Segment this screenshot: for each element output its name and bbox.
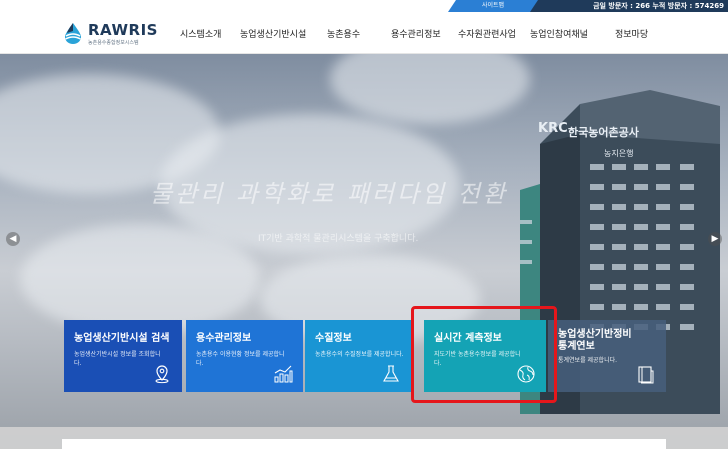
cloud-decoration bbox=[330, 54, 530, 124]
nav-rural-water[interactable]: 농촌용수 bbox=[327, 27, 360, 40]
flask-icon bbox=[383, 365, 399, 382]
card-title: 농업생산기반시설 검색 bbox=[74, 333, 170, 344]
building-sign-sub: 농지은행 bbox=[604, 148, 633, 158]
building-sign-logo: KRC bbox=[538, 121, 568, 136]
bottom-content-panel bbox=[62, 439, 666, 449]
highlight-box bbox=[411, 306, 557, 403]
card-desc: 농촌용수의 수질정보를 제공합니다. bbox=[315, 351, 404, 358]
map-pin-icon bbox=[155, 365, 169, 384]
top-utility-bar: 사이트맵 금일 방문자 : 266 누적 방문자 : 574269 bbox=[0, 0, 728, 12]
card-title: 수질정보 bbox=[315, 333, 352, 344]
chart-growth-icon bbox=[274, 365, 293, 383]
hero-slogan: 물관리 과학화로 패러다임 전환 bbox=[150, 180, 508, 208]
card-facility-search[interactable]: 농업생산기반시설 검색 농업생산기반시설 정보를 조회합니다. bbox=[64, 320, 182, 392]
site-header: RAWRIS 농촌용수종합정보시스템 시스템소개 농업생산기반시설 농촌용수 용… bbox=[0, 12, 728, 54]
nav-system-intro[interactable]: 시스템소개 bbox=[180, 27, 221, 40]
nav-agri-facility[interactable]: 농업생산기반시설 bbox=[240, 27, 306, 40]
site-logo[interactable]: RAWRIS 농촌용수종합정보시스템 bbox=[62, 20, 162, 48]
nav-water-management[interactable]: 용수관리정보 bbox=[391, 27, 441, 40]
cloud-decoration bbox=[20, 224, 260, 334]
building-sign-text: 한국농어촌공사 bbox=[568, 125, 640, 139]
book-icon bbox=[638, 366, 654, 384]
hero-subslogan: IT기반 과학적 물관리시스템을 구축합니다. bbox=[258, 234, 419, 244]
sitemap-button[interactable]: 사이트맵 bbox=[448, 0, 538, 12]
card-water-management[interactable]: 용수관리정보 농촌용수 이용현황 정보를 제공합니다. bbox=[186, 320, 303, 392]
nav-farmer-channel[interactable]: 농업인참여채널 bbox=[530, 27, 588, 40]
hero-banner: KRC 한국농어촌공사 농지은행 물관리 과학화로 패러다임 전환 IT기반 과… bbox=[0, 54, 728, 449]
logo-name: RAWRIS bbox=[88, 21, 158, 39]
slider-prev-button[interactable]: ◀ bbox=[6, 232, 20, 246]
card-title: 농업생산기반정비 통계연보 bbox=[558, 329, 632, 352]
logo-subtitle: 농촌용수종합정보시스템 bbox=[88, 40, 139, 46]
nav-water-projects[interactable]: 수자원관련사업 bbox=[458, 27, 516, 40]
card-water-quality[interactable]: 수질정보 농촌용수의 수질정보를 제공합니다. bbox=[305, 320, 411, 392]
nav-info-plaza[interactable]: 정보마당 bbox=[615, 27, 648, 40]
card-statistics-yearbook[interactable]: 농업생산기반정비 통계연보 통계연보를 제공합니다. bbox=[548, 320, 666, 392]
visitor-counter: 금일 방문자 : 266 누적 방문자 : 574269 bbox=[593, 2, 724, 10]
bottom-content-strip bbox=[0, 427, 728, 449]
slider-next-button[interactable]: ▶ bbox=[708, 232, 722, 246]
water-drop-logo-icon bbox=[65, 23, 81, 44]
card-title: 용수관리정보 bbox=[196, 333, 252, 344]
